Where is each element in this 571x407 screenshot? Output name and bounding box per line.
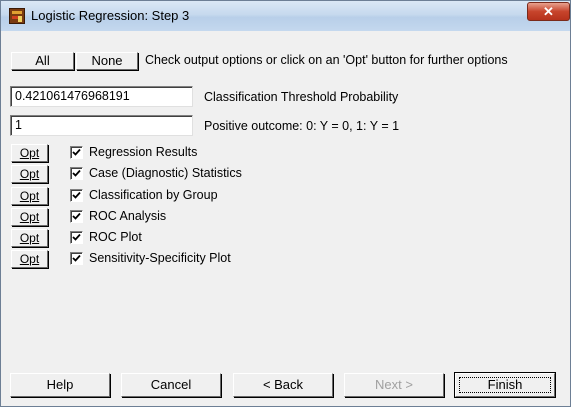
- checkmark-icon: [72, 191, 81, 199]
- roc-plot-label: ROC Plot: [89, 230, 142, 244]
- regression-results-label: Regression Results: [89, 145, 198, 159]
- next-button[interactable]: Next >: [344, 373, 444, 397]
- opt-button-roc-plot[interactable]: Opt: [11, 229, 48, 247]
- opt-button-case-statistics[interactable]: Opt: [11, 165, 48, 183]
- opt-button-classification-by-group[interactable]: Opt: [11, 187, 48, 205]
- case-statistics-checkbox[interactable]: [70, 167, 83, 180]
- checkmark-icon: [72, 254, 81, 262]
- positive-outcome-input[interactable]: 1: [10, 115, 193, 136]
- checkmark-icon: [72, 233, 81, 241]
- close-button[interactable]: ✕: [527, 2, 570, 21]
- roc-analysis-label: ROC Analysis: [89, 209, 167, 223]
- options-hint: Check output options or click on an 'Opt…: [145, 53, 508, 67]
- opt-button-regression-results[interactable]: Opt: [11, 144, 48, 162]
- finish-button[interactable]: Finish: [454, 372, 556, 398]
- checkmark-icon: [72, 212, 81, 220]
- regression-results-checkbox[interactable]: [70, 146, 83, 159]
- cancel-button[interactable]: Cancel: [121, 373, 221, 397]
- classification-by-group-label: Classification by Group: [89, 188, 218, 202]
- title-bar[interactable]: Logistic Regression: Step 3 ✕: [1, 1, 570, 31]
- close-icon: ✕: [543, 4, 554, 19]
- checkmark-icon: [72, 148, 81, 156]
- roc-analysis-checkbox[interactable]: [70, 210, 83, 223]
- select-none-button[interactable]: None: [76, 52, 138, 70]
- opt-button-sensitivity-specificity-plot[interactable]: Opt: [11, 250, 48, 268]
- opt-button-roc-analysis[interactable]: Opt: [11, 208, 48, 226]
- app-icon: [9, 8, 25, 24]
- sensitivity-specificity-plot-checkbox[interactable]: [70, 252, 83, 265]
- checkmark-icon: [72, 169, 81, 177]
- case-statistics-label: Case (Diagnostic) Statistics: [89, 166, 242, 180]
- select-all-button[interactable]: All: [11, 52, 74, 70]
- roc-plot-checkbox[interactable]: [70, 231, 83, 244]
- help-button[interactable]: Help: [10, 373, 110, 397]
- classification-by-group-checkbox[interactable]: [70, 189, 83, 202]
- dialog-window: Logistic Regression: Step 3 ✕ All None C…: [0, 0, 571, 407]
- dialog-body: All None Check output options or click o…: [9, 31, 562, 400]
- threshold-probability-input[interactable]: 0.421061476968191: [10, 86, 193, 107]
- back-button[interactable]: < Back: [233, 373, 333, 397]
- threshold-probability-label: Classification Threshold Probability: [204, 90, 399, 104]
- sensitivity-specificity-plot-label: Sensitivity-Specificity Plot: [89, 251, 231, 265]
- positive-outcome-label: Positive outcome: 0: Y = 0, 1: Y = 1: [204, 119, 400, 133]
- window-title: Logistic Regression: Step 3: [31, 8, 190, 23]
